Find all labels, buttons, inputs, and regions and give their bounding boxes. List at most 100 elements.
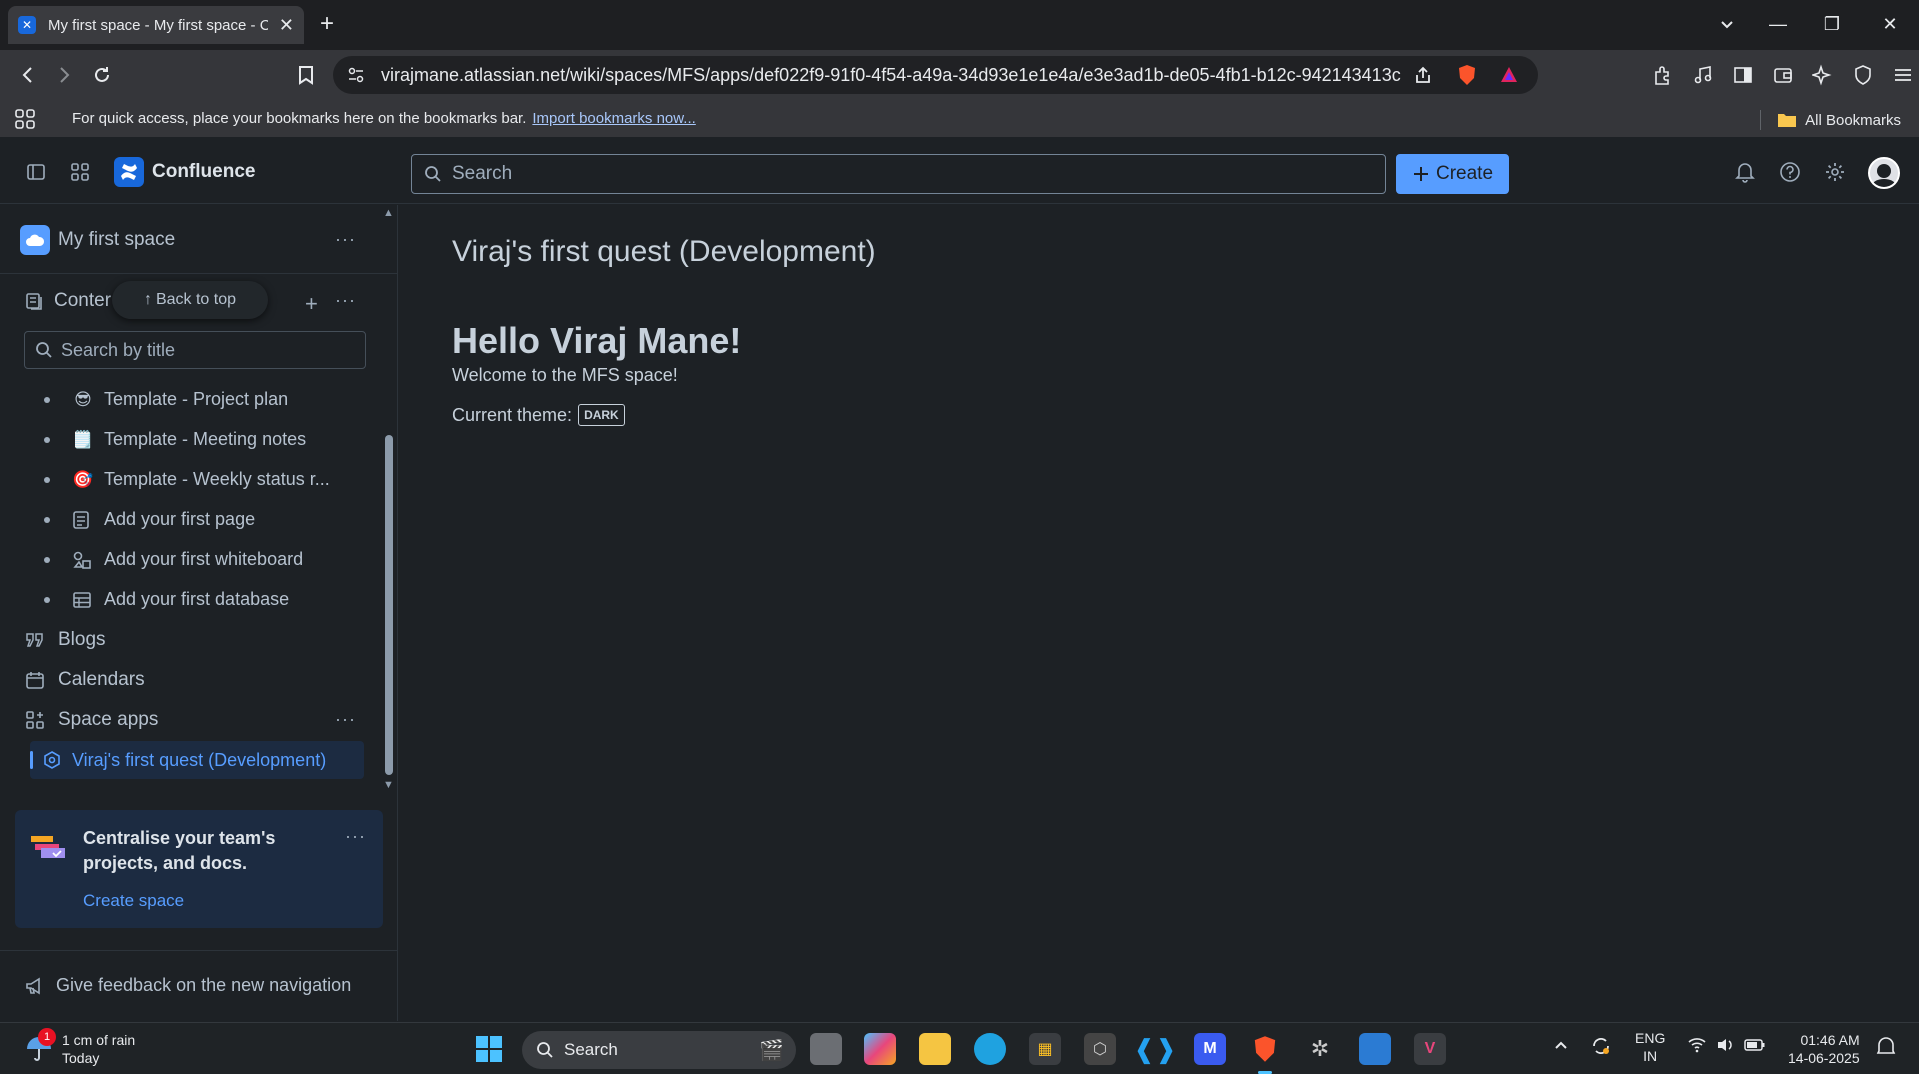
confluence-top-nav: Confluence Create — [0, 138, 1919, 204]
tab-search-chevron-icon[interactable] — [1707, 8, 1747, 40]
settings-gear-icon[interactable] — [1821, 158, 1849, 186]
space-apps-more-icon[interactable]: ··· — [335, 709, 356, 730]
search-icon — [425, 166, 441, 182]
close-window-button[interactable]: ✕ — [1870, 8, 1910, 40]
media-icon[interactable] — [1692, 64, 1714, 86]
sidebar-toggle-icon[interactable] — [1732, 64, 1754, 86]
show-hidden-icons-icon[interactable] — [1553, 1037, 1569, 1053]
search-icon — [36, 342, 52, 358]
back-to-top-button[interactable]: ↑ Back to top — [112, 281, 268, 319]
leo-ai-icon[interactable] — [1812, 64, 1834, 86]
tree-item-add-page[interactable]: Add your first page — [44, 509, 255, 530]
notification-center-icon[interactable] — [1876, 1037, 1896, 1057]
brave-shields-icon[interactable] — [1457, 64, 1477, 86]
search-input[interactable] — [452, 163, 1352, 185]
edge-icon[interactable] — [974, 1033, 1006, 1065]
import-bookmarks-link[interactable]: Import bookmarks now... — [532, 110, 695, 127]
settings-app-icon[interactable]: ✲ — [1304, 1033, 1336, 1065]
content-section-header[interactable]: Conter — [24, 290, 111, 312]
collapse-sidebar-icon[interactable] — [22, 158, 50, 186]
add-content-icon[interactable]: + — [305, 291, 318, 317]
notifications-icon[interactable] — [1731, 158, 1759, 186]
sidebar-item-active-app[interactable]: Viraj's first quest (Development) — [30, 741, 364, 779]
user-avatar[interactable] — [1868, 157, 1900, 189]
site-settings-icon[interactable] — [347, 66, 365, 84]
menu-icon[interactable] — [1892, 64, 1914, 86]
unity-icon[interactable]: ⬡ — [1084, 1033, 1116, 1065]
spaces-illustration-icon — [31, 836, 65, 858]
tree-item-add-database[interactable]: Add your first database — [44, 589, 289, 610]
space-header[interactable]: My first space — [20, 225, 175, 255]
space-more-icon[interactable]: ··· — [335, 229, 356, 250]
database-icon — [72, 590, 94, 610]
file-explorer-icon[interactable] — [919, 1033, 951, 1065]
tree-item-project-plan[interactable]: 😎 Template - Project plan — [44, 389, 288, 410]
vscode-icon[interactable]: ❰❱ — [1133, 1033, 1177, 1065]
store-icon[interactable]: ▦ — [1029, 1033, 1061, 1065]
share-icon[interactable] — [1413, 65, 1433, 85]
browser-tab[interactable]: ✕ My first space - My first space - C ✕ — [8, 6, 304, 44]
wallet-icon[interactable] — [1772, 64, 1794, 86]
tree-item-weekly-status[interactable]: 🎯 Template - Weekly status r... — [44, 469, 330, 490]
forward-button[interactable] — [48, 60, 80, 90]
global-search[interactable] — [411, 154, 1386, 194]
scrollbar-thumb[interactable] — [385, 435, 393, 775]
search-by-title[interactable] — [24, 331, 366, 369]
sync-icon[interactable] — [1590, 1035, 1612, 1057]
back-button[interactable] — [12, 60, 44, 90]
create-space-link[interactable]: Create space — [83, 891, 184, 911]
clock[interactable]: 01:46 AM 14-06-2025 — [1788, 1031, 1860, 1067]
photos-icon[interactable] — [1359, 1033, 1391, 1065]
help-icon[interactable] — [1776, 158, 1804, 186]
search-by-title-input[interactable] — [61, 339, 361, 361]
minimize-button[interactable]: — — [1758, 8, 1798, 40]
brave-browser-icon[interactable] — [1249, 1033, 1281, 1065]
target-emoji-icon: 🎯 — [72, 469, 94, 489]
vpn-icon[interactable] — [1852, 64, 1874, 86]
close-tab-icon[interactable]: ✕ — [279, 15, 294, 36]
app-switcher-icon[interactable] — [66, 158, 94, 186]
sidebar-item-blogs[interactable]: Blogs — [24, 629, 106, 651]
system-tray[interactable] — [1688, 1037, 1766, 1053]
scroll-up-icon[interactable]: ▲ — [383, 207, 394, 219]
tree-item-label: Add your first database — [104, 589, 290, 609]
sidebar-item-space-apps[interactable]: Space apps — [24, 709, 158, 731]
reload-button[interactable] — [86, 60, 118, 90]
sidebar-scrollbar[interactable]: ▲ ▼ — [382, 205, 396, 795]
bookmarks-hint-text: For quick access, place your bookmarks h… — [72, 110, 527, 127]
content-icon — [26, 293, 42, 310]
confluence-logo[interactable]: Confluence — [114, 157, 255, 187]
extensions-icon[interactable] — [1652, 64, 1674, 86]
windows-taskbar: 1 cm of rain Today 1 Search 🎬 ▦ ⬡ ❰❱ M ✲… — [0, 1022, 1919, 1074]
browser-tab-bar: ✕ My first space - My first space - C ✕ … — [0, 0, 1919, 50]
blogs-label: Blogs — [58, 629, 106, 650]
bookmark-icon[interactable] — [290, 60, 322, 90]
address-bar[interactable]: virajmane.atlassian.net/wiki/spaces/MFS/… — [333, 56, 1538, 94]
promo-more-icon[interactable]: ··· — [345, 826, 366, 847]
search-icon — [537, 1042, 553, 1058]
create-button[interactable]: Create — [1396, 154, 1509, 194]
tree-item-label: Add your first page — [104, 509, 256, 529]
feedback-button[interactable]: Give feedback on the new navigation — [24, 975, 351, 996]
apps-grid-icon[interactable] — [14, 108, 36, 130]
restore-button[interactable]: ❐ — [1812, 8, 1852, 40]
content-more-icon[interactable]: ··· — [335, 290, 356, 311]
url-text[interactable]: virajmane.atlassian.net/wiki/spaces/MFS/… — [381, 65, 1401, 86]
copilot-icon[interactable] — [864, 1033, 896, 1065]
taskbar-search[interactable]: Search 🎬 — [522, 1031, 796, 1069]
language-indicator[interactable]: ENG IN — [1635, 1029, 1665, 1065]
app-icon-m[interactable]: M — [1194, 1033, 1226, 1065]
tree-item-meeting-notes[interactable]: 🗒️ Template - Meeting notes — [44, 429, 306, 450]
space-cloud-icon — [20, 225, 50, 255]
tree-item-add-whiteboard[interactable]: Add your first whiteboard — [44, 549, 303, 570]
all-bookmarks-button[interactable]: All Bookmarks — [1760, 110, 1901, 130]
new-tab-button[interactable]: + — [320, 10, 334, 38]
scroll-down-icon[interactable]: ▼ — [383, 779, 394, 791]
windows-start-icon[interactable] — [473, 1033, 505, 1065]
app-icon-v[interactable]: V — [1414, 1033, 1446, 1065]
task-view-icon[interactable] — [810, 1033, 842, 1065]
sidebar-item-calendars[interactable]: Calendars — [24, 669, 145, 691]
brave-rewards-icon[interactable] — [1499, 65, 1519, 85]
page-icon — [72, 510, 94, 530]
bookmarks-hint: For quick access, place your bookmarks h… — [72, 110, 696, 127]
